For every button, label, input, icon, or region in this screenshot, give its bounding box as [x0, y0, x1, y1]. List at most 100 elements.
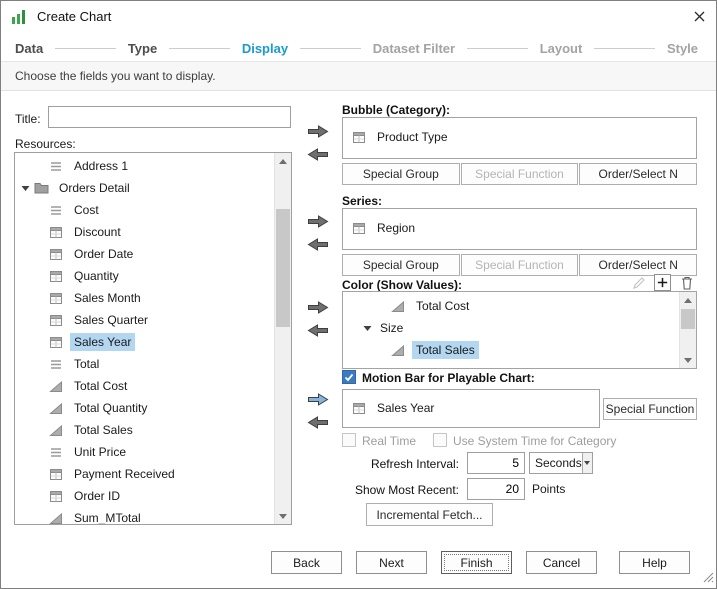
grid-field-icon	[352, 222, 367, 235]
special-group-button[interactable]: Special Group	[342, 254, 460, 276]
color-scrollbar[interactable]	[679, 292, 696, 368]
grid-field-icon	[49, 226, 64, 239]
step-display[interactable]: Display	[242, 41, 288, 56]
special-function-button[interactable]: Special Function	[603, 398, 697, 420]
list-item-size[interactable]: Size	[343, 317, 679, 339]
chevron-down-icon[interactable]	[21, 185, 34, 192]
series-buttons: Special Group Special Function Order/Sel…	[342, 254, 697, 276]
chevron-down-icon[interactable]	[363, 325, 376, 332]
motion-field-item[interactable]: Sales Year	[343, 397, 599, 419]
series-move-right-arrow[interactable]	[307, 214, 331, 230]
scroll-up-icon[interactable]	[275, 153, 291, 169]
cancel-button[interactable]: Cancel	[526, 551, 597, 574]
list-item-sales-month[interactable]: Sales Month	[15, 287, 274, 309]
grid-field-icon	[352, 131, 367, 144]
color-move-left-arrow[interactable]	[307, 323, 331, 339]
help-button[interactable]: Help	[619, 551, 690, 574]
step-layout[interactable]: Layout	[540, 41, 583, 56]
motion-move-left-arrow[interactable]	[307, 415, 331, 431]
step-style[interactable]: Style	[667, 41, 698, 56]
list-item-sales-quarter[interactable]: Sales Quarter	[15, 309, 274, 331]
resources-tree: Address 1Orders DetailCostDiscountOrder …	[15, 153, 274, 524]
trend-field-icon	[49, 380, 64, 393]
list-item-total-cost[interactable]: Total Cost	[343, 295, 679, 317]
scroll-down-icon[interactable]	[275, 508, 291, 524]
bubble-field-label: Product Type	[373, 128, 452, 146]
scroll-down-icon[interactable]	[680, 352, 696, 368]
show-most-recent-input[interactable]	[467, 478, 525, 500]
grid-field-icon	[49, 314, 64, 327]
item-label: Total Quantity	[70, 399, 151, 417]
list-item-sales-year[interactable]: Sales Year	[15, 331, 274, 353]
tree-scrollbar[interactable]	[274, 153, 291, 524]
close-icon[interactable]	[682, 1, 716, 31]
item-label: Sales Quarter	[70, 311, 152, 329]
refresh-unit-select[interactable]: Seconds	[529, 452, 593, 474]
bubble-move-right-arrow[interactable]	[307, 124, 331, 140]
step-data[interactable]: Data	[15, 41, 43, 56]
list-item-total-sales[interactable]: Total Sales	[343, 339, 679, 361]
add-icon[interactable]	[654, 274, 671, 291]
delete-icon[interactable]	[678, 274, 695, 291]
order-select-n-button[interactable]: Order/Select N	[579, 254, 697, 276]
wizard-subtitle: Choose the fields you want to display.	[1, 62, 716, 91]
next-button[interactable]: Next	[356, 551, 427, 574]
list-item-quantity[interactable]: Quantity	[15, 265, 274, 287]
chart-app-icon	[12, 9, 28, 24]
grid-field-icon	[49, 490, 64, 503]
motion-bar-checkbox[interactable]	[342, 370, 356, 384]
step-connector	[169, 48, 230, 49]
bubble-move-left-arrow[interactable]	[307, 147, 331, 163]
finish-button[interactable]: Finish	[441, 551, 512, 574]
real-time-label: Real Time	[362, 434, 416, 448]
list-item-total-quantity[interactable]: Total Quantity	[15, 397, 274, 419]
list-item-orders-detail[interactable]: Orders Detail	[15, 177, 274, 199]
order-select-n-button[interactable]: Order/Select N	[579, 163, 697, 185]
step-dataset-filter[interactable]: Dataset Filter	[373, 41, 455, 56]
scroll-up-icon[interactable]	[680, 292, 696, 308]
scrollbar-thumb[interactable]	[276, 209, 290, 327]
resources-label: Resources:	[15, 137, 76, 151]
back-button[interactable]: Back	[271, 551, 342, 574]
motion-field-label: Sales Year	[373, 399, 438, 417]
series-move-left-arrow[interactable]	[307, 237, 331, 253]
item-label: Payment Received	[70, 465, 179, 483]
item-label: Total Cost	[70, 377, 131, 395]
list-item-discount[interactable]: Discount	[15, 221, 274, 243]
list-item-total[interactable]: Total	[15, 353, 274, 375]
list-item-cost[interactable]: Cost	[15, 199, 274, 221]
list-item-unit-price[interactable]: Unit Price	[15, 441, 274, 463]
special-group-button[interactable]: Special Group	[342, 163, 460, 185]
bubble-field-item[interactable]: Product Type	[343, 126, 696, 148]
chevron-down-icon[interactable]	[582, 453, 592, 473]
list-item-order-id[interactable]: Order ID	[15, 485, 274, 507]
show-most-recent-label: Show Most Recent:	[342, 483, 459, 497]
list-item-total-sales[interactable]: Total Sales	[15, 419, 274, 441]
motion-move-right-arrow[interactable]	[307, 392, 331, 408]
color-move-right-arrow[interactable]	[307, 300, 331, 316]
create-chart-dialog: Create Chart DataTypeDisplayDataset Filt…	[0, 0, 717, 589]
grid-field-icon	[352, 402, 367, 415]
item-label: Total	[70, 355, 103, 373]
list-item-total-cost[interactable]: Total Cost	[15, 375, 274, 397]
refresh-interval-input[interactable]	[467, 452, 525, 474]
step-nav: Data Type Display Dataset Filter Layout Style	[15, 40, 698, 57]
list-item-payment-received[interactable]: Payment Received	[15, 463, 274, 485]
item-label: Orders Detail	[55, 179, 134, 197]
list-item-sum-mtotal[interactable]: Sum_MTotal	[15, 507, 274, 524]
list-item-order-date[interactable]: Order Date	[15, 243, 274, 265]
trend-field-icon	[49, 512, 64, 525]
grid-field-icon	[49, 336, 64, 349]
title-input[interactable]	[48, 106, 291, 128]
list-item-address-1[interactable]: Address 1	[15, 155, 274, 177]
scrollbar-thumb[interactable]	[681, 309, 695, 329]
step-type[interactable]: Type	[128, 41, 157, 56]
incremental-fetch-button[interactable]: Incremental Fetch...	[366, 503, 493, 526]
motion-field-box: Sales Year	[342, 389, 600, 428]
title-label: Title:	[15, 112, 41, 126]
series-field-item[interactable]: Region	[343, 217, 696, 239]
step-connector	[467, 48, 528, 49]
grid-field-icon	[49, 292, 64, 305]
color-show-values-label: Color (Show Values):	[342, 278, 462, 292]
resize-grip[interactable]	[701, 570, 714, 586]
